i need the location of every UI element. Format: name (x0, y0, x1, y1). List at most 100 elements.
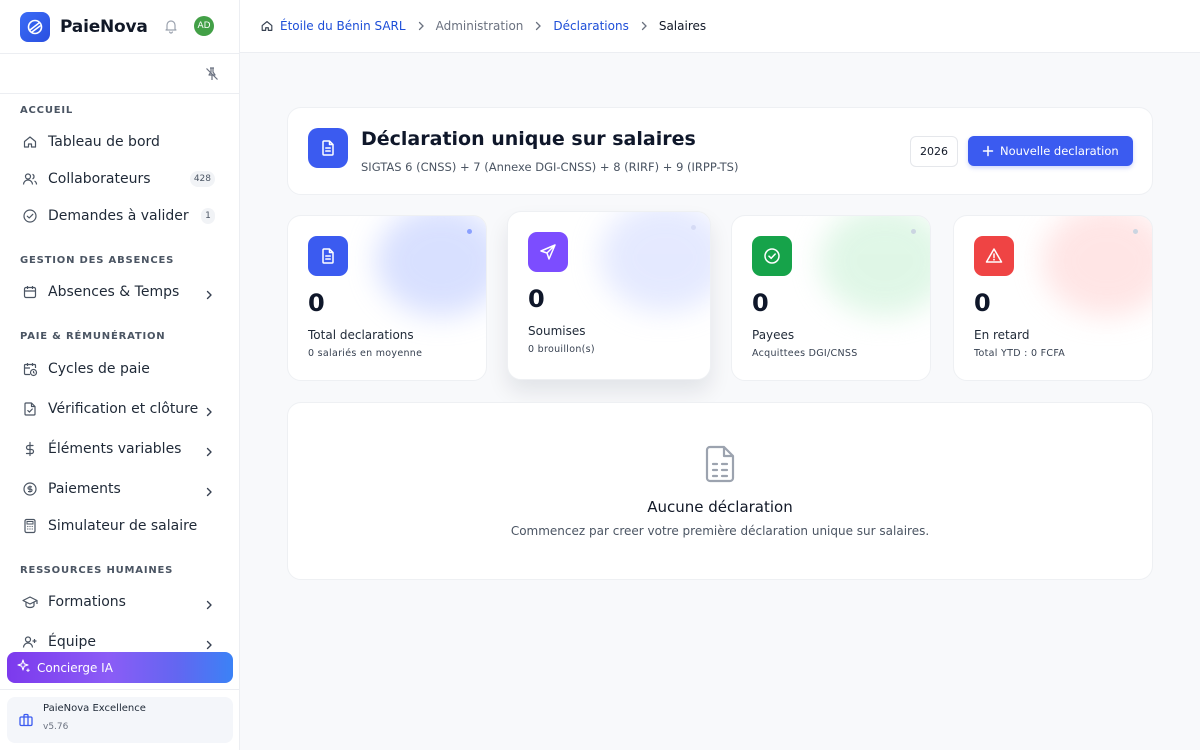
sidebar-item-verification[interactable]: Vérification et clôture (12, 393, 227, 425)
breadcrumb-current: Salaires (658, 19, 707, 33)
coin-icon (22, 481, 38, 497)
graduation-cap-icon (22, 594, 38, 610)
section-title-accueil: ACCUEIL (20, 105, 74, 116)
indicator-dot (467, 229, 472, 234)
sidebar-item-elements-variables[interactable]: Éléments variables (12, 433, 227, 465)
briefcase-icon (18, 712, 34, 728)
sidebar-item-tableau-de-bord[interactable]: Tableau de bord (12, 126, 227, 158)
plus-icon (982, 142, 994, 161)
new-declaration-label: Nouvelle declaration (1000, 144, 1119, 158)
page-subtitle: SIGTAS 6 (CNSS) + 7 (Annexe DGI-CNSS) + … (361, 160, 739, 174)
page-title: Déclaration unique sur salaires (361, 128, 696, 150)
sidebar-item-label: Absences & Temps (48, 284, 180, 300)
count-badge: 428 (189, 171, 215, 187)
stat-label: Payees (752, 328, 795, 342)
chevron-right-icon (536, 21, 542, 31)
sidebar-item-collaborateurs[interactable]: Collaborateurs 428 (12, 163, 227, 195)
stat-value: 0 (308, 289, 325, 317)
calculator-icon (22, 518, 38, 534)
calendar-clock-icon (22, 361, 38, 377)
stat-label: En retard (974, 328, 1030, 342)
file-check-icon (22, 401, 38, 417)
sidebar-item-absences[interactable]: Absences & Temps (12, 276, 227, 308)
chevron-right-icon (203, 286, 215, 300)
count-badge: 1 (201, 208, 215, 224)
paienova-logo-icon[interactable] (20, 11, 50, 42)
dollar-icon (22, 441, 38, 457)
chevron-right-icon (203, 596, 215, 610)
sidebar-item-label: Paiements (48, 481, 121, 497)
version-title: PaieNova Excellence (43, 703, 146, 714)
stat-value: 0 (528, 285, 545, 313)
indicator-dot (691, 225, 696, 230)
stat-sublabel: 0 brouillon(s) (528, 344, 595, 355)
sidebar-nav: ACCUEIL Tableau de bord Collaborateurs 4… (0, 94, 239, 650)
chevron-right-icon (203, 443, 215, 457)
chevron-right-icon (203, 636, 215, 650)
sidebar-item-cycles[interactable]: Cycles de paie (12, 353, 227, 385)
stat-card-total: 0 Total declarations 0 salariés en moyen… (287, 215, 487, 381)
concierge-label: Concierge IA (37, 660, 113, 675)
sidebar-item-label: Tableau de bord (48, 134, 160, 150)
section-title-paie: PAIE & RÉMUNÉRATION (20, 331, 166, 342)
sparkle-icon (17, 658, 31, 677)
stat-label: Soumises (528, 324, 586, 338)
sidebar-item-label: Demandes à valider (48, 208, 189, 224)
document-icon (308, 236, 348, 276)
empty-state-title: Aucune déclaration (647, 498, 793, 516)
sidebar-item-label: Éléments variables (48, 441, 182, 457)
empty-state-card: Aucune déclaration Commencez par creer v… (287, 402, 1153, 580)
sidebar-item-label: Collaborateurs (48, 171, 151, 187)
stat-sublabel: Acquittees DGI/CNSS (752, 348, 858, 359)
stat-sublabel: Total YTD : 0 FCFA (974, 348, 1066, 359)
send-icon (528, 232, 568, 272)
empty-state-subtitle: Commencez par creer votre première décla… (510, 524, 930, 538)
stat-sublabel: 0 salariés en moyenne (308, 348, 423, 359)
app-name: PaieNova (60, 16, 148, 37)
sidebar-item-paiements[interactable]: Paiements (12, 473, 227, 505)
chevron-right-icon (418, 21, 424, 31)
sidebar-item-equipe[interactable]: Équipe (12, 626, 227, 650)
chevron-right-icon (641, 21, 647, 31)
avatar[interactable]: AD (194, 16, 214, 36)
new-declaration-button[interactable]: Nouvelle declaration (968, 136, 1133, 166)
home-icon[interactable] (260, 19, 274, 33)
warning-icon (974, 236, 1014, 276)
breadcrumb-declarations[interactable]: Déclarations (553, 19, 628, 33)
stat-value: 0 (974, 289, 991, 317)
pin-off-icon[interactable] (204, 66, 220, 82)
check-circle-icon (752, 236, 792, 276)
stat-card-payees: 0 Payees Acquittees DGI/CNSS (731, 215, 931, 381)
section-title-rh: RESSOURCES HUMAINES (20, 565, 174, 576)
sidebar-item-label: Vérification et clôture (48, 401, 199, 417)
sidebar-toolbar (0, 53, 239, 94)
document-icon (308, 128, 348, 168)
concierge-ia-button[interactable]: Concierge IA (7, 652, 233, 683)
section-title-absences: GESTION DES ABSENCES (20, 255, 175, 266)
breadcrumb-administration[interactable]: Administration (436, 19, 524, 33)
sidebar-item-label: Formations (48, 594, 126, 610)
sidebar-item-formations[interactable]: Formations (12, 586, 227, 618)
version-card: PaieNova Excellence v5.76 (7, 697, 233, 743)
bell-icon[interactable] (163, 18, 179, 34)
calendar-icon (22, 284, 38, 300)
sidebar-item-simulateur[interactable]: Simulateur de salaire (12, 510, 227, 542)
users-icon (22, 171, 38, 187)
sidebar: PaieNova AD ACCUEIL Tableau de bord Coll… (0, 0, 240, 750)
chevron-right-icon (203, 483, 215, 497)
page-header-card: Déclaration unique sur salaires SIGTAS 6… (287, 107, 1153, 195)
stat-value: 0 (752, 289, 769, 317)
stat-label: Total declarations (308, 328, 414, 342)
breadcrumb-company[interactable]: Étoile du Bénin SARL (280, 19, 406, 33)
brand-header: PaieNova AD (0, 0, 240, 53)
chevron-right-icon (203, 403, 215, 417)
home-icon (22, 134, 38, 150)
stat-card-retard: 0 En retard Total YTD : 0 FCFA (953, 215, 1153, 381)
sidebar-item-label: Cycles de paie (48, 361, 150, 377)
year-select[interactable]: 2026 (910, 136, 958, 167)
sidebar-item-demandes[interactable]: Demandes à valider 1 (12, 200, 227, 232)
check-circle-icon (22, 208, 38, 224)
divider (0, 689, 239, 690)
user-plus-icon (22, 634, 38, 650)
sidebar-item-label: Équipe (48, 634, 96, 650)
